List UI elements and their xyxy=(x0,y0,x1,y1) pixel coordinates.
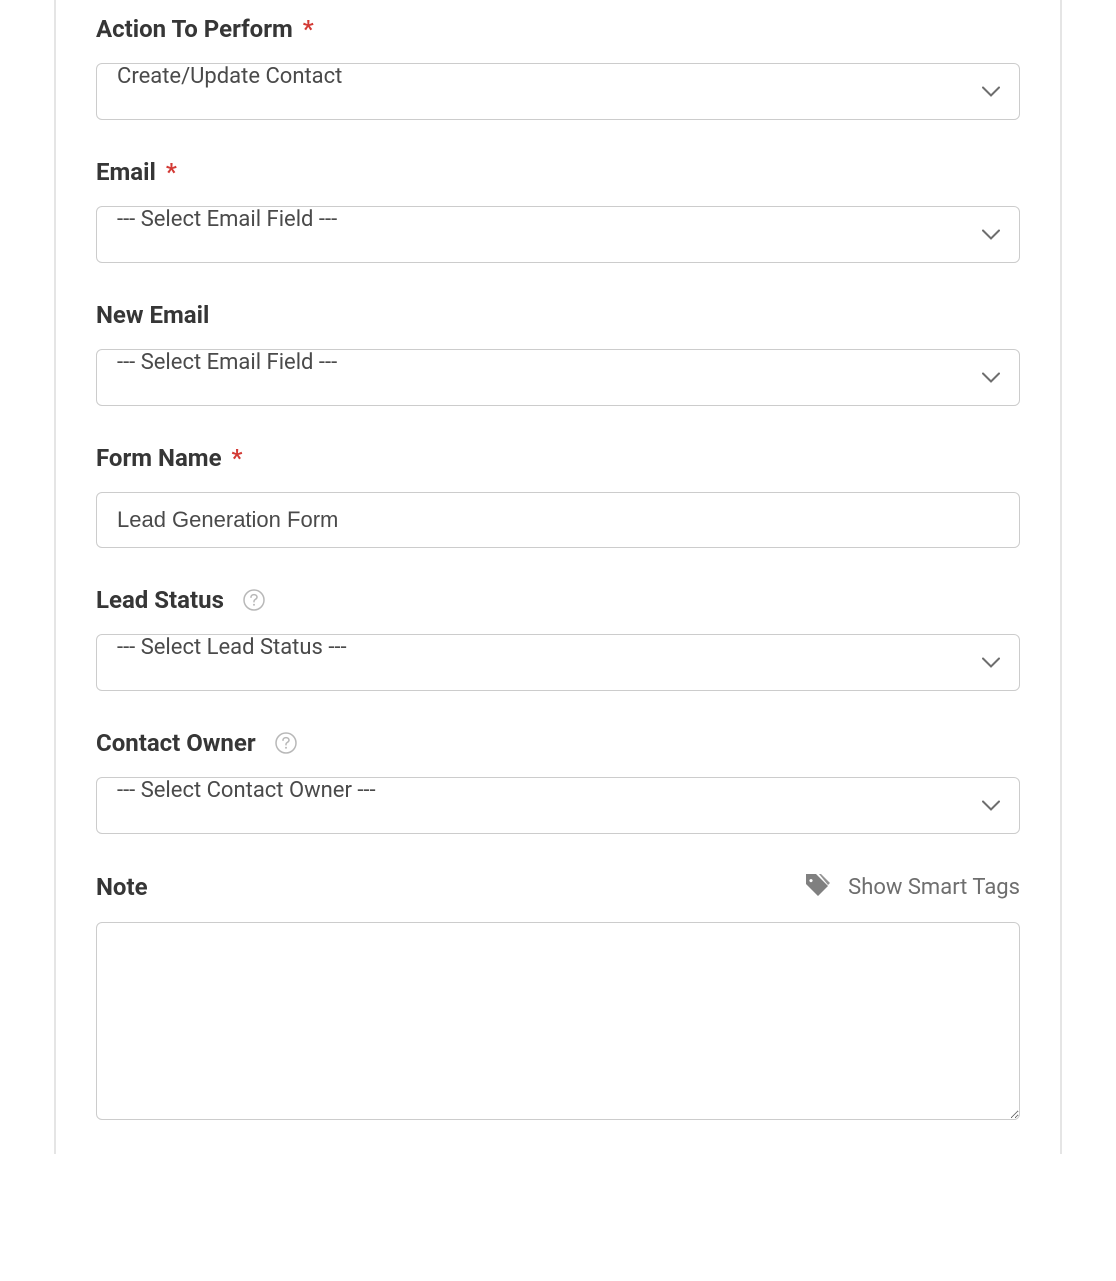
label-new-email: New Email xyxy=(96,301,1020,329)
field-group-contact-owner: Contact Owner --- Select Contact Owner -… xyxy=(96,729,1020,834)
action-select[interactable]: Create/Update Contact xyxy=(96,63,1020,120)
required-indicator: * xyxy=(166,158,177,186)
new-email-select[interactable]: --- Select Email Field --- xyxy=(96,349,1020,406)
label-new-email-text: New Email xyxy=(96,301,209,329)
field-group-note: Note Show Smart Tags xyxy=(96,872,1020,1124)
field-group-lead-status: Lead Status --- Select Lead Status --- xyxy=(96,586,1020,691)
help-icon[interactable] xyxy=(274,731,298,755)
field-group-action: Action To Perform * Create/Update Contac… xyxy=(96,15,1020,120)
field-group-email: Email * --- Select Email Field --- xyxy=(96,158,1020,263)
email-select[interactable]: --- Select Email Field --- xyxy=(96,206,1020,263)
form-name-input[interactable] xyxy=(96,492,1020,548)
lead-status-select[interactable]: --- Select Lead Status --- xyxy=(96,634,1020,691)
select-wrapper-action: Create/Update Contact xyxy=(96,63,1020,120)
select-wrapper-lead-status: --- Select Lead Status --- xyxy=(96,634,1020,691)
field-group-new-email: New Email --- Select Email Field --- xyxy=(96,301,1020,406)
label-note-text: Note xyxy=(96,873,148,901)
label-lead-status: Lead Status xyxy=(96,586,1020,614)
label-email-text: Email xyxy=(96,158,156,186)
label-action-text: Action To Perform xyxy=(96,15,293,43)
label-contact-owner: Contact Owner xyxy=(96,729,1020,757)
label-lead-status-text: Lead Status xyxy=(96,586,224,614)
label-action: Action To Perform * xyxy=(96,15,1020,43)
label-email: Email * xyxy=(96,158,1020,186)
smart-tags-text: Show Smart Tags xyxy=(848,875,1020,900)
label-form-name: Form Name * xyxy=(96,444,1020,472)
select-wrapper-contact-owner: --- Select Contact Owner --- xyxy=(96,777,1020,834)
label-contact-owner-text: Contact Owner xyxy=(96,729,256,757)
note-header: Note Show Smart Tags xyxy=(96,872,1020,902)
contact-owner-select[interactable]: --- Select Contact Owner --- xyxy=(96,777,1020,834)
help-icon[interactable] xyxy=(242,588,266,612)
show-smart-tags-button[interactable]: Show Smart Tags xyxy=(804,872,1020,902)
label-form-name-text: Form Name xyxy=(96,444,222,472)
form-container: Action To Perform * Create/Update Contac… xyxy=(54,0,1062,1154)
select-wrapper-email: --- Select Email Field --- xyxy=(96,206,1020,263)
required-indicator: * xyxy=(232,444,243,472)
note-textarea[interactable] xyxy=(96,922,1020,1120)
required-indicator: * xyxy=(303,15,314,43)
select-wrapper-new-email: --- Select Email Field --- xyxy=(96,349,1020,406)
field-group-form-name: Form Name * xyxy=(96,444,1020,548)
tag-icon xyxy=(804,872,830,902)
